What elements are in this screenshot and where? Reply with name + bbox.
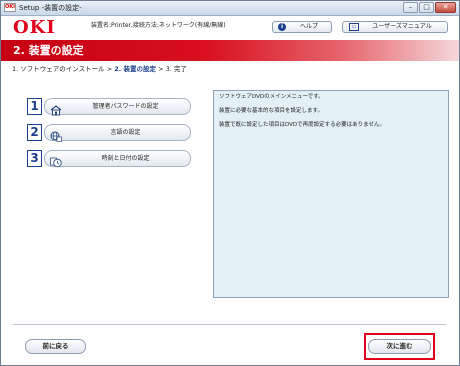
admin-password-button[interactable]: 管理者パスワードの設定 xyxy=(44,98,191,116)
clock-calendar-icon xyxy=(50,153,62,168)
breadcrumb-step-1: 1. ソフトウェアのインストール xyxy=(12,65,105,73)
step-number: 2 xyxy=(27,124,42,141)
description-line: ソフトウェアDVDのメインメニューです。 xyxy=(219,94,324,100)
title-bar: OKI Setup -装置の設定- – □ ✕ xyxy=(1,1,459,16)
section-banner: 2. 装置の設定 xyxy=(1,40,459,61)
menu-item-admin-password: 1 管理者パスワードの設定 xyxy=(27,98,197,116)
time-date-settings-button[interactable]: 時刻と日付の設定 xyxy=(44,150,191,168)
maximize-button[interactable]: □ xyxy=(419,2,434,13)
step-number: 3 xyxy=(27,150,42,167)
help-icon: i xyxy=(278,23,286,31)
oki-logo: OKI xyxy=(13,17,56,38)
user-manual-button-label: ユーザーズマニュアル xyxy=(372,23,432,30)
app-logo-icon: OKI xyxy=(4,3,16,12)
setup-window: OKI Setup -装置の設定- – □ ✕ OKI 装置名:Printer,… xyxy=(0,0,460,366)
help-button[interactable]: i ヘルプ xyxy=(272,21,332,33)
description-line: 装置で既に設定した項目はDVDで再度設定する必要はありません。 xyxy=(219,122,385,128)
breadcrumb: 1. ソフトウェアのインストール > 2. 装置の設定 > 3. 完了 xyxy=(12,65,187,74)
language-settings-label: 言語の設定 xyxy=(110,129,141,136)
help-button-label: ヘルプ xyxy=(299,23,318,30)
description-panel: ソフトウェアDVDのメインメニューです。 装置に必要な基本的な項目を設定します。… xyxy=(213,90,449,298)
time-date-settings-label: 時刻と日付の設定 xyxy=(101,155,150,162)
menu-item-time-date: 3 時刻と日付の設定 xyxy=(27,150,197,168)
next-button[interactable]: 次に進む xyxy=(368,339,431,354)
back-button[interactable]: 前に戻る xyxy=(25,339,86,354)
admin-password-label: 管理者パスワードの設定 xyxy=(92,103,159,110)
house-lock-icon xyxy=(50,101,62,116)
user-manual-button[interactable]: ▭ ユーザーズマニュアル xyxy=(342,21,448,33)
breadcrumb-step-3: 3. 完了 xyxy=(165,65,187,73)
language-settings-button[interactable]: 言語の設定 xyxy=(44,124,191,142)
device-info-text: 装置名:Printer,接続方法:ネットワーク(有線/無線) xyxy=(91,22,226,29)
breadcrumb-step-2-current: 2. 装置の設定 xyxy=(114,65,156,73)
menu-item-language: 2 言語の設定 xyxy=(27,124,197,142)
footer-divider xyxy=(13,324,446,325)
window-title: Setup -装置の設定- xyxy=(19,4,82,12)
step-number: 1 xyxy=(27,98,42,115)
breadcrumb-separator: > xyxy=(156,65,166,73)
description-line: 装置に必要な基本的な項目を設定します。 xyxy=(219,108,323,114)
minimize-button[interactable]: – xyxy=(403,2,418,13)
breadcrumb-separator: > xyxy=(104,65,115,73)
manual-book-icon: ▭ xyxy=(349,23,359,31)
section-title: 2. 装置の設定 xyxy=(13,44,84,57)
globe-language-icon xyxy=(50,127,62,142)
header: OKI 装置名:Printer,接続方法:ネットワーク(有線/無線) i ヘルプ… xyxy=(1,16,459,40)
close-button[interactable]: ✕ xyxy=(435,2,456,13)
